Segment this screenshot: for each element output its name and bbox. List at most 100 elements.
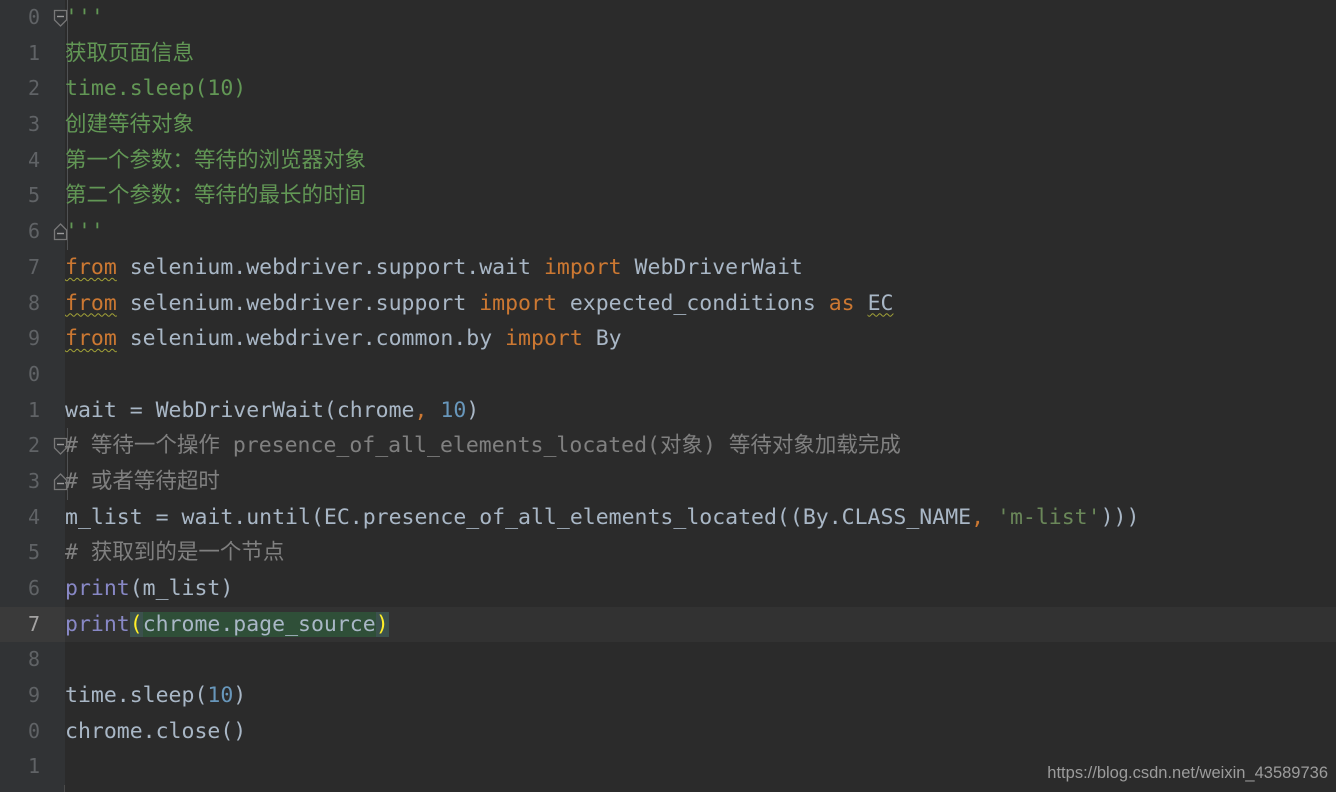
code-line[interactable]: 4 第一个参数：等待的浏览器对象: [0, 142, 1336, 179]
code-token: 创建等待对象: [65, 112, 195, 138]
code-line[interactable]: 2 # 等待一个操作 presence_of_all_elements_locat…: [0, 428, 1336, 464]
code-line[interactable]: 9 time.sleep(10): [0, 678, 1336, 714]
code-text[interactable]: from selenium.webdriver.common.by import…: [65, 321, 622, 357]
code-text[interactable]: from selenium.webdriver.support.wait imp…: [65, 250, 803, 286]
fold-collapse-icon[interactable]: [50, 7, 71, 29]
code-token: (: [129, 611, 143, 637]
code-text[interactable]: 第二个参数：等待的最长的时间: [65, 178, 366, 214]
code-token: 'm-list': [997, 504, 1101, 530]
code-token: 获取页面信息: [65, 40, 195, 66]
code-token: (m_list): [129, 576, 234, 601]
code-text[interactable]: 第一个参数：等待的浏览器对象: [65, 143, 366, 179]
code-text[interactable]: print(m_list): [65, 571, 233, 607]
code-line[interactable]: 6 print(m_list): [0, 571, 1336, 607]
line-number: 8: [27, 290, 40, 315]
code-line[interactable]: 1 获取页面信息: [0, 35, 1336, 72]
code-text[interactable]: wait = WebDriverWait(chrome, 10): [65, 393, 479, 429]
line-number: 1: [27, 754, 40, 779]
code-line[interactable]: 0 chrome.close(): [0, 713, 1336, 750]
code-text[interactable]: chrome.close(): [65, 714, 246, 750]
code-token: time.sleep(: [65, 683, 208, 709]
code-token: from: [65, 326, 117, 352]
code-text[interactable]: # 等待一个操作 presence_of_all_elements_locate…: [65, 428, 901, 464]
code-line[interactable]: 6 ''': [0, 214, 1336, 250]
code-line[interactable]: 4 m_list = wait.until(EC.presence_of_all_…: [0, 499, 1336, 536]
line-number: 3: [27, 468, 40, 493]
line-number: 6: [27, 576, 40, 600]
code-token: ,: [414, 397, 428, 423]
code-token: ): [466, 397, 480, 423]
code-token: 第一个参数：等待的浏览器对象: [65, 147, 367, 173]
code-token: import: [479, 290, 557, 316]
watermark-url: https://blog.csdn.net/weixin_43589736: [1047, 764, 1328, 782]
code-line[interactable]: 7 from selenium.webdriver.support.wait im…: [0, 249, 1336, 286]
line-number: 9: [27, 326, 40, 351]
line-number: 8: [27, 647, 40, 672]
line-number: 3: [27, 112, 40, 137]
code-token: import: [543, 254, 622, 280]
code-line[interactable]: 5 # 获取到的是一个节点: [0, 535, 1336, 571]
code-text[interactable]: 获取页面信息: [65, 36, 194, 72]
code-token: expected_conditions: [556, 290, 829, 316]
code-editor[interactable]: 0 ''' 1 获取页面信息 2 time.sleep(10) 3 创建等待对象 4 第一个参数：…: [0, 0, 1336, 792]
code-text[interactable]: # 获取到的是一个节点: [65, 535, 284, 571]
line-number: 1: [27, 40, 40, 65]
code-text[interactable]: 创建等待对象: [65, 107, 194, 143]
code-line[interactable]: 5 第二个参数：等待的最长的时间: [0, 178, 1336, 215]
code-token: time.sleep(10): [65, 76, 247, 102]
code-token: # 获取到的是一个节点: [65, 540, 285, 566]
code-token: selenium.webdriver.common.by: [116, 326, 506, 352]
code-line[interactable]: 8: [0, 642, 1336, 679]
code-token: ): [233, 683, 247, 709]
line-number: 2: [27, 433, 40, 458]
code-token: # 等待一个操作 presence_of_all_elements_locate…: [65, 433, 901, 459]
code-line[interactable]: 3 # 或者等待超时: [0, 463, 1336, 500]
line-number: 0: [27, 361, 40, 386]
line-number: 4: [27, 504, 40, 529]
code-line[interactable]: 3 创建等待对象: [0, 107, 1336, 143]
code-line[interactable]: 8 from selenium.webdriver.support import …: [0, 285, 1336, 322]
code-token: # 或者等待超时: [65, 468, 220, 494]
code-token: chrome.close(): [65, 718, 247, 744]
code-line[interactable]: 7 print(chrome.page_source): [0, 606, 1336, 643]
line-number: 5: [27, 540, 40, 565]
code-token: chrome.page_source: [142, 611, 376, 637]
code-line[interactable]: 0 ''': [0, 0, 1336, 36]
line-number: 1: [27, 397, 40, 422]
code-line[interactable]: 1 wait = WebDriverWait(chrome, 10): [0, 392, 1336, 429]
code-token: selenium.webdriver.support: [116, 290, 480, 316]
code-token: WebDriverWait: [621, 254, 803, 280]
code-text[interactable]: m_list = wait.until(EC.presence_of_all_e…: [65, 500, 1139, 536]
code-token: from: [65, 254, 117, 280]
code-text[interactable]: # 或者等待超时: [65, 464, 220, 500]
code-token: m_list = wait.until(EC.presence_of_all_e…: [65, 504, 972, 530]
line-number: 0: [27, 5, 40, 29]
line-number: 0: [27, 718, 40, 743]
code-line[interactable]: 9 from selenium.webdriver.common.by impor…: [0, 321, 1336, 357]
fold-collapse-icon[interactable]: [50, 435, 71, 457]
code-text[interactable]: from selenium.webdriver.support import e…: [65, 286, 893, 322]
line-number: 2: [27, 76, 40, 101]
code-lines[interactable]: 0 ''' 1 获取页面信息 2 time.sleep(10) 3 创建等待对象 4 第一个参数：…: [0, 0, 1336, 792]
code-token: selenium.webdriver.support.wait: [116, 254, 544, 280]
code-token: import: [505, 326, 583, 352]
fold-expand-icon[interactable]: [50, 221, 71, 243]
code-token: 10: [207, 683, 234, 709]
line-number: 5: [27, 183, 40, 208]
code-token: By: [582, 326, 622, 352]
code-text[interactable]: time.sleep(10): [65, 71, 246, 107]
code-token: 10: [440, 397, 467, 423]
code-token: from: [65, 290, 117, 316]
code-token: print: [65, 576, 130, 601]
code-token: EC: [867, 290, 894, 316]
code-text[interactable]: time.sleep(10): [65, 678, 246, 714]
code-line[interactable]: 2 time.sleep(10): [0, 71, 1336, 108]
code-text[interactable]: print(chrome.page_source): [65, 607, 389, 643]
code-line[interactable]: 0: [0, 356, 1336, 393]
code-token: print: [65, 611, 130, 637]
fold-expand-icon[interactable]: [50, 471, 71, 493]
line-number: 4: [27, 147, 40, 172]
line-number: 9: [27, 683, 40, 708]
